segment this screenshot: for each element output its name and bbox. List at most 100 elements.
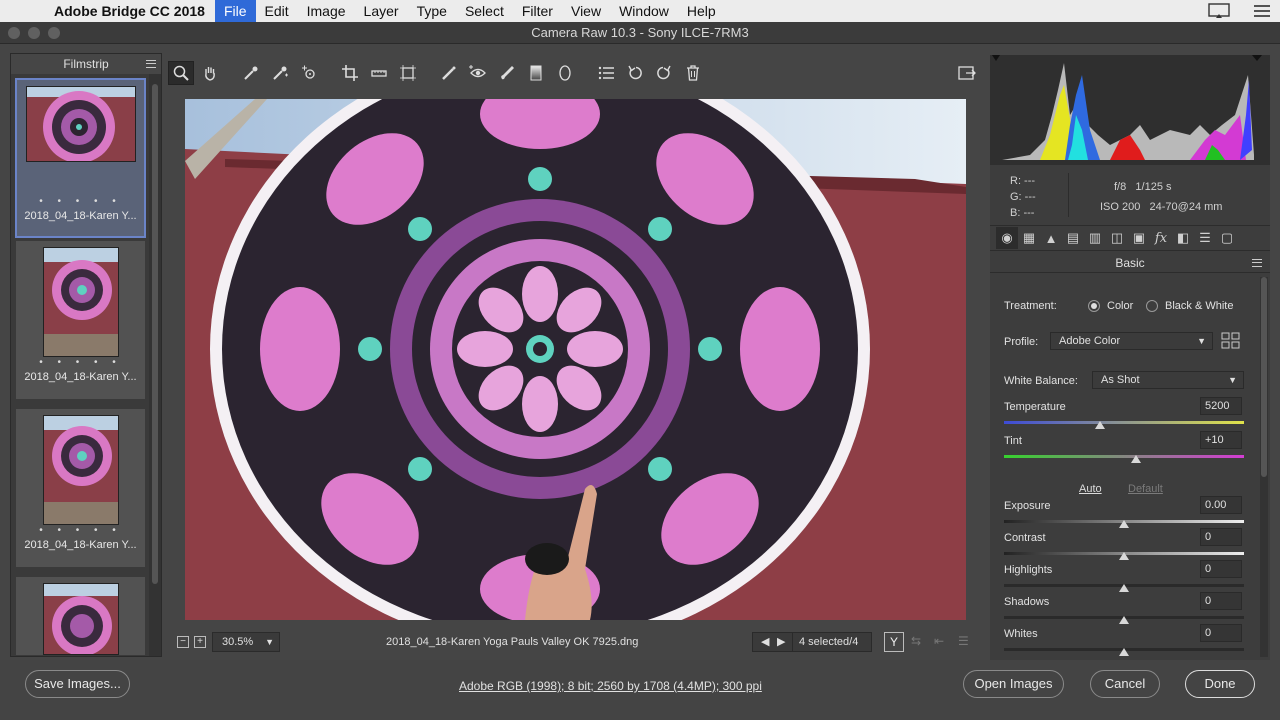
graduated-filter-icon[interactable]: [523, 61, 549, 85]
zoom-in-button[interactable]: +: [194, 636, 206, 648]
whites-value-field[interactable]: 0: [1200, 624, 1242, 642]
whites-slider-handle[interactable]: [1119, 648, 1129, 656]
previous-image-icon[interactable]: ◀: [761, 633, 769, 651]
menu-type[interactable]: Type: [408, 0, 456, 22]
contrast-slider-handle[interactable]: [1119, 552, 1129, 560]
adjustments-scrollbar[interactable]: [1260, 277, 1268, 657]
exposure-value-field[interactable]: 0.00: [1200, 496, 1242, 514]
shadows-value-field[interactable]: 0: [1200, 592, 1242, 610]
transform-tab-icon[interactable]: ▣: [1128, 227, 1150, 249]
filmstrip-thumb-2[interactable]: • • • • • 2018_04_18-Karen Y...: [15, 240, 146, 400]
red-eye-tool-icon[interactable]: [465, 61, 491, 85]
contrast-value-field[interactable]: 0: [1200, 528, 1242, 546]
white-balance-tool-icon[interactable]: [238, 61, 264, 85]
profile-select[interactable]: Adobe Color ▼: [1050, 332, 1213, 350]
exposure-slider-handle[interactable]: [1119, 520, 1129, 528]
next-image-icon[interactable]: ▶: [777, 633, 785, 651]
spot-removal-tool-icon[interactable]: [436, 61, 462, 85]
rating-dots[interactable]: • • • • •: [17, 196, 144, 207]
screen-mirror-icon[interactable]: [1208, 3, 1230, 19]
menu-window[interactable]: Window: [610, 0, 678, 22]
highlights-value-field[interactable]: 0: [1200, 560, 1242, 578]
trash-icon[interactable]: [680, 61, 706, 85]
lens-corrections-tab-icon[interactable]: ◫: [1106, 227, 1128, 249]
image-navigator: ◀ ▶ 4 selected/4: [752, 632, 872, 652]
scroll-thumb[interactable]: [152, 84, 158, 584]
before-after-toggle-icon[interactable]: Y: [884, 632, 904, 652]
lens: 24-70@24 mm: [1149, 201, 1223, 213]
app-menu[interactable]: Adobe Bridge CC 2018: [44, 3, 215, 19]
auto-button[interactable]: Auto: [1079, 483, 1102, 495]
menu-file[interactable]: File: [214, 0, 256, 22]
basic-panel-menu-icon[interactable]: [1252, 259, 1262, 267]
temperature-slider-handle[interactable]: [1095, 421, 1105, 429]
open-images-button[interactable]: Open Images: [963, 670, 1064, 698]
detail-tab-icon[interactable]: ▲: [1040, 227, 1062, 249]
close-window-icon[interactable]: [8, 27, 20, 39]
menu-select[interactable]: Select: [456, 0, 513, 22]
tint-value-field[interactable]: +10: [1200, 431, 1242, 449]
workflow-options-link[interactable]: Adobe RGB (1998); 8 bit; 2560 by 1708 (4…: [459, 679, 762, 693]
done-button[interactable]: Done: [1185, 670, 1255, 698]
toggle-settings-icon[interactable]: ☰: [958, 634, 969, 648]
menu-view[interactable]: View: [562, 0, 610, 22]
toggle-fullscreen-icon[interactable]: [954, 61, 980, 85]
menu-filter[interactable]: Filter: [513, 0, 562, 22]
effects-tab-icon[interactable]: fx: [1150, 227, 1172, 249]
rotate-right-icon[interactable]: [651, 61, 677, 85]
color-sampler-tool-icon[interactable]: [267, 61, 293, 85]
zoom-out-button[interactable]: −: [177, 636, 189, 648]
treatment-color-radio[interactable]: [1088, 300, 1100, 312]
straighten-tool-icon[interactable]: [366, 61, 392, 85]
hsl-tab-icon[interactable]: ▤: [1062, 227, 1084, 249]
preferences-icon[interactable]: [593, 61, 619, 85]
profile-browser-icon[interactable]: [1221, 332, 1241, 355]
white-balance-select[interactable]: As Shot ▼: [1092, 371, 1244, 389]
tint-slider-handle[interactable]: [1131, 455, 1141, 463]
save-images-button[interactable]: Save Images...: [25, 670, 130, 698]
default-button[interactable]: Default: [1128, 483, 1163, 495]
treatment-bw-radio[interactable]: [1146, 300, 1158, 312]
presets-tab-icon[interactable]: ☰: [1194, 227, 1216, 249]
menu-help[interactable]: Help: [678, 0, 725, 22]
filmstrip-thumb-4[interactable]: [15, 576, 146, 656]
menu-list-icon[interactable]: [1254, 5, 1270, 17]
menu-layer[interactable]: Layer: [355, 0, 408, 22]
tint-slider-track[interactable]: [1004, 455, 1244, 458]
menu-edit[interactable]: Edit: [256, 0, 298, 22]
filmstrip-menu-icon[interactable]: [146, 60, 156, 68]
cancel-button[interactable]: Cancel: [1090, 670, 1160, 698]
filmstrip-scrollbar[interactable]: [149, 74, 161, 656]
zoom-level-select[interactable]: 30.5% ▼: [212, 632, 280, 652]
filmstrip-thumb-1[interactable]: • • • • • 2018_04_18-Karen Y...: [15, 78, 146, 238]
filmstrip-thumb-3[interactable]: • • • • • 2018_04_18-Karen Y...: [15, 408, 146, 568]
snapshots-tab-icon[interactable]: ▢: [1216, 227, 1238, 249]
zoom-window-icon[interactable]: [48, 27, 60, 39]
adjustment-brush-icon[interactable]: [494, 61, 520, 85]
swap-settings-icon[interactable]: ⇆: [911, 634, 921, 648]
minimize-window-icon[interactable]: [28, 27, 40, 39]
rating-dots[interactable]: • • • • •: [16, 357, 145, 368]
targeted-adjustment-tool-icon[interactable]: [296, 61, 322, 85]
scroll-thumb[interactable]: [1261, 277, 1267, 477]
shadows-slider-handle[interactable]: [1119, 616, 1129, 624]
image-preview[interactable]: [185, 99, 966, 620]
zoom-tool-icon[interactable]: [168, 61, 194, 85]
highlights-label: Highlights: [1004, 564, 1053, 576]
highlights-slider-handle[interactable]: [1119, 584, 1129, 592]
rotate-left-icon[interactable]: [622, 61, 648, 85]
basic-tab-icon[interactable]: ◉: [996, 227, 1018, 249]
split-toning-tab-icon[interactable]: ▥: [1084, 227, 1106, 249]
hand-tool-icon[interactable]: [197, 61, 223, 85]
radial-filter-icon[interactable]: [552, 61, 578, 85]
rating-dots[interactable]: • • • • •: [16, 525, 145, 536]
chevron-down-icon: ▼: [1228, 375, 1237, 385]
menu-image[interactable]: Image: [298, 0, 355, 22]
copy-settings-icon[interactable]: ⇤: [934, 634, 944, 648]
temperature-slider-track[interactable]: [1004, 421, 1244, 424]
tone-curve-tab-icon[interactable]: ▦: [1018, 227, 1040, 249]
crop-tool-icon[interactable]: [337, 61, 363, 85]
calibration-tab-icon[interactable]: ◧: [1172, 227, 1194, 249]
temperature-value-field[interactable]: 5200: [1200, 397, 1242, 415]
transform-tool-icon[interactable]: [395, 61, 421, 85]
